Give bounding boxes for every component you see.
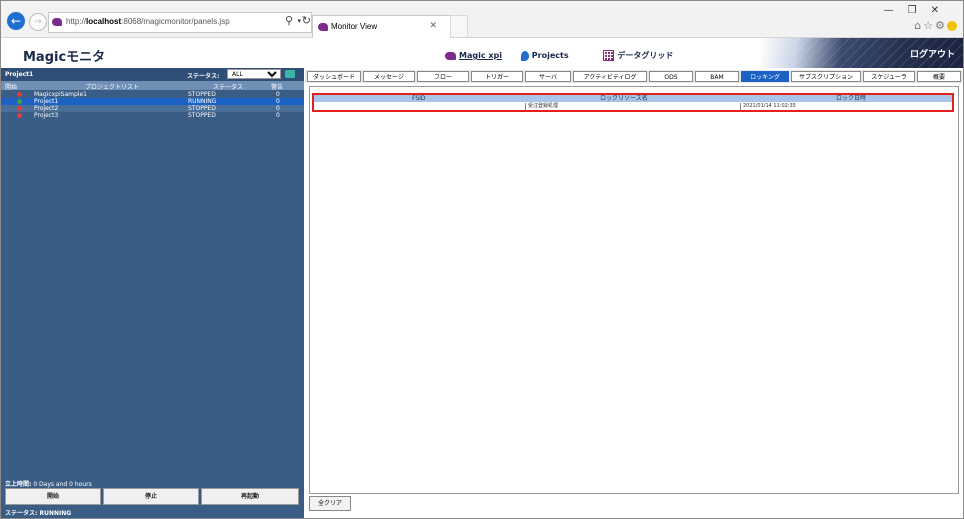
project-row[interactable]: Project2 STOPPED 0 — [1, 105, 304, 112]
magic-icon — [445, 51, 456, 60]
running-status-icon — [17, 99, 22, 104]
nav-magic-xpi[interactable]: Magic xpi — [445, 51, 502, 60]
tab-favicon-icon — [318, 23, 328, 31]
locking-table-header: FSID ロックリソース名 ロック日時 — [314, 95, 952, 102]
uptime-text: 立上時間: 0 Days and 0 hours — [5, 481, 92, 488]
restore-icon[interactable]: ❐ — [908, 5, 931, 16]
monitor-tabs: ダッシュボード メッセージ フロー トリガー サーバ アクティビティログ ODS… — [305, 70, 963, 83]
col-start: 開始 — [5, 84, 18, 91]
footer-status: ステータス: RUNNING — [5, 510, 72, 517]
tab-scheduler[interactable]: スケジューラ — [863, 71, 915, 82]
browser-tools: ⌂☆⚙ — [914, 19, 957, 32]
tab-messages[interactable]: メッセージ — [363, 71, 415, 82]
stopped-status-icon — [17, 113, 22, 118]
minimize-icon[interactable]: — — [884, 5, 908, 16]
favorites-star-icon[interactable]: ☆ — [923, 19, 935, 32]
header-banner: ログアウト — [761, 38, 963, 68]
back-button[interactable]: ← — [7, 12, 25, 30]
top-nav: Magic xpi Projects データグリッド — [445, 50, 705, 61]
col-lock-resource: ロックリソース名 — [600, 95, 648, 102]
restart-button[interactable]: 再起動 — [201, 488, 299, 505]
tab-triggers[interactable]: トリガー — [471, 71, 523, 82]
datagrid-icon — [603, 50, 615, 61]
logout-link[interactable]: ログアウト — [910, 47, 955, 60]
close-window-icon[interactable]: ✕ — [931, 5, 953, 16]
browser-tab[interactable]: Monitor View ✕ — [312, 15, 451, 38]
search-icon[interactable]: ⚲ — [285, 14, 293, 27]
tab-title: Monitor View — [331, 22, 378, 31]
start-button[interactable]: 開始 — [5, 488, 101, 505]
browser-toolbar: ← → http://localhost:8068/magicmonitor/p… — [1, 1, 963, 38]
reload-icon[interactable]: ↻ — [302, 14, 311, 27]
stopped-status-icon — [17, 106, 22, 111]
project-row-selected[interactable]: Project1 RUNNING 0 — [1, 98, 304, 105]
project-row[interactable]: MagicxpiSample1 STOPPED 0 — [1, 91, 304, 98]
project-panel: Project1 ステータス: ALL 開始 プロジェクトリスト ステータス 警… — [1, 68, 304, 518]
url-text: http://localhost:8068/magicmonitor/panel… — [66, 17, 230, 26]
project-panel-header: Project1 ステータス: ALL — [1, 68, 304, 81]
settings-gear-icon[interactable]: ⚙ — [935, 19, 947, 32]
nav-datagrid[interactable]: データグリッド — [603, 50, 689, 61]
project-panel-footer: 立上時間: 0 Days and 0 hours 開始 停止 再起動 ステータス… — [1, 476, 304, 518]
locking-table: FSID ロックリソース名 ロック日時 受注登録処理 2021/01/14 11… — [312, 93, 954, 112]
col-status: ステータス — [213, 84, 244, 91]
site-favicon-icon — [52, 18, 62, 26]
tab-flows[interactable]: フロー — [417, 71, 469, 82]
chevron-down-icon[interactable]: ▾ — [297, 17, 301, 25]
stopped-status-icon — [17, 92, 22, 97]
col-project-list: プロジェクトリスト — [85, 84, 140, 91]
nav-projects[interactable]: Projects — [520, 50, 585, 61]
tab-servers[interactable]: サーバ — [525, 71, 571, 82]
col-lock-date: ロック日時 — [836, 95, 867, 102]
clear-all-button[interactable]: 全クリア — [309, 496, 351, 511]
project-row[interactable]: Project3 STOPPED 0 — [1, 112, 304, 119]
table-row[interactable]: 受注登録処理 2021/01/14 11:02:35 — [314, 103, 952, 110]
app-header: Magicモニタ Magic xpi Projects データグリッド ログアウ… — [1, 38, 963, 68]
locking-content: FSID ロックリソース名 ロック日時 受注登録処理 2021/01/14 11… — [309, 86, 959, 494]
tab-summary[interactable]: 概要 — [917, 71, 961, 82]
col-fsid: FSID — [412, 95, 426, 102]
feedback-smiley-icon[interactable] — [947, 21, 957, 31]
address-bar[interactable]: http://localhost:8068/magicmonitor/panel… — [48, 12, 312, 33]
new-tab-button[interactable] — [450, 15, 468, 37]
refresh-icon[interactable] — [285, 70, 295, 78]
close-tab-icon[interactable]: ✕ — [429, 21, 437, 31]
tab-ods[interactable]: ODS — [649, 71, 693, 82]
home-icon[interactable]: ⌂ — [914, 19, 923, 32]
projects-icon — [520, 50, 529, 61]
app-title: Magicモニタ — [23, 50, 106, 65]
tab-bam[interactable]: BAM — [695, 71, 739, 82]
status-filter-select[interactable]: ALL — [227, 69, 281, 79]
window-controls: —❐✕ — [884, 5, 953, 16]
tab-activity-log[interactable]: アクティビティログ — [573, 71, 647, 82]
col-warnings: 警告 — [271, 84, 284, 91]
tab-locking[interactable]: ロッキング — [741, 71, 789, 82]
project-list-header: 開始 プロジェクトリスト ステータス 警告 — [1, 81, 304, 91]
forward-button[interactable]: → — [29, 13, 47, 31]
tab-subscriptions[interactable]: サブスクリプション — [791, 71, 861, 82]
status-filter-label: ステータス: — [187, 73, 220, 80]
current-project-name: Project1 — [5, 71, 34, 78]
tab-dashboard[interactable]: ダッシュボード — [307, 71, 361, 82]
stop-button[interactable]: 停止 — [103, 488, 199, 505]
